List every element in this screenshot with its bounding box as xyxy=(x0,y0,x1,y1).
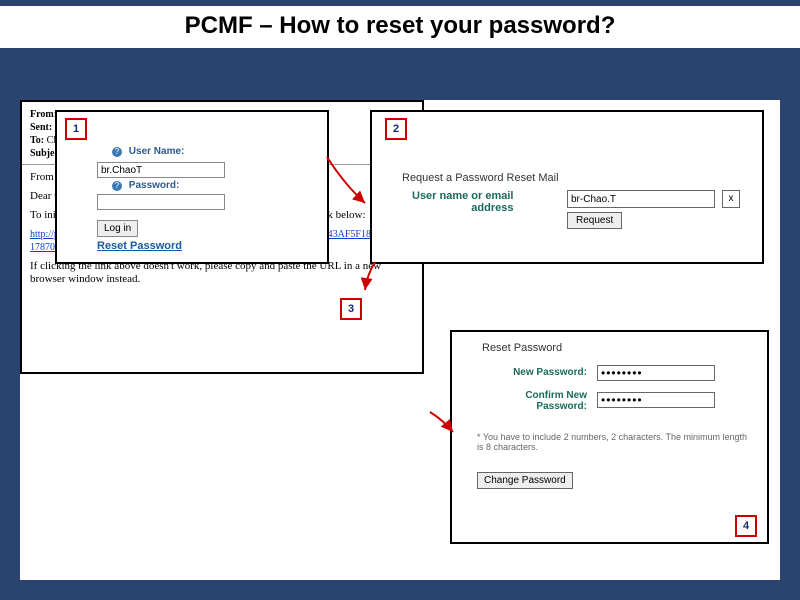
password-rule-note: * You have to include 2 numbers, 2 chara… xyxy=(477,432,752,452)
help-icon: ? xyxy=(112,147,122,157)
request-button[interactable]: Request xyxy=(567,212,622,229)
arrow-3-to-4 xyxy=(428,410,458,440)
help-icon: ? xyxy=(112,181,122,191)
clear-input-button[interactable]: x xyxy=(722,190,740,208)
slide-title: PCMF – How to reset your password? xyxy=(0,6,800,48)
password-label: ? Password: xyxy=(112,180,179,191)
new-password-label: New Password: xyxy=(467,367,587,378)
new-password-input[interactable] xyxy=(597,365,715,381)
change-password-panel: Reset Password New Password: Confirm New… xyxy=(450,330,769,544)
reset-heading: Reset Password xyxy=(482,342,562,354)
request-heading: Request a Password Reset Mail xyxy=(402,172,559,184)
username-input[interactable] xyxy=(97,162,225,178)
request-reset-panel: Request a Password Reset Mail User name … xyxy=(370,110,764,264)
username-or-email-input[interactable] xyxy=(567,190,715,208)
step-badge-4: 4 xyxy=(735,515,757,537)
confirm-password-input[interactable] xyxy=(597,392,715,408)
reset-password-link[interactable]: Reset Password xyxy=(97,240,182,252)
login-button[interactable]: Log in xyxy=(97,220,138,237)
login-panel: ? User Name: ? Password: Log in Reset Pa… xyxy=(55,110,329,264)
confirm-password-label: Confirm New Password: xyxy=(467,390,587,412)
step-badge-3: 3 xyxy=(340,298,362,320)
password-input[interactable] xyxy=(97,194,225,210)
step-badge-1: 1 xyxy=(65,118,87,140)
username-or-email-label: User name or email address xyxy=(412,190,514,214)
username-label: ? User Name: xyxy=(112,146,184,157)
arrow-1-to-2 xyxy=(325,155,370,210)
change-password-button[interactable]: Change Password xyxy=(477,472,573,489)
slide-body: ? User Name: ? Password: Log in Reset Pa… xyxy=(20,100,780,580)
arrow-2-to-3 xyxy=(355,260,385,295)
step-badge-2: 2 xyxy=(385,118,407,140)
